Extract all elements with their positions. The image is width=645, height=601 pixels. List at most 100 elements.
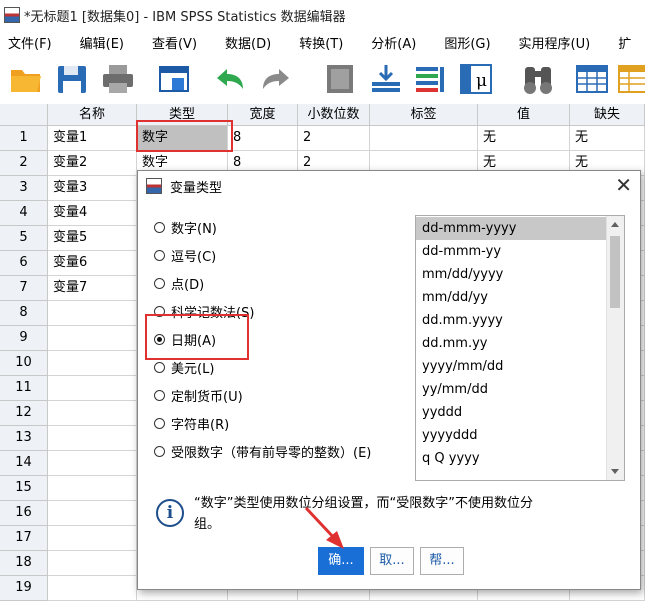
row-number[interactable]: 7: [0, 276, 48, 301]
col-header-missing[interactable]: 缺失: [570, 104, 645, 126]
goto-case-icon[interactable]: [322, 62, 358, 96]
goto-variable-icon[interactable]: [368, 62, 404, 96]
cell-name[interactable]: [48, 551, 137, 576]
undo-icon[interactable]: [212, 62, 248, 96]
date-format-item[interactable]: dd-mmm-yy: [416, 240, 606, 263]
scroll-up-icon[interactable]: [611, 222, 619, 227]
scroll-down-icon[interactable]: [611, 469, 619, 474]
cell-name[interactable]: [48, 326, 137, 351]
radio-comma[interactable]: 逗号(C): [154, 244, 216, 266]
date-format-item[interactable]: yyyy/mm/dd: [416, 355, 606, 378]
radio-custom-currency[interactable]: 定制货币(U): [154, 384, 243, 406]
close-icon[interactable]: ✕: [615, 173, 632, 197]
row-number[interactable]: 9: [0, 326, 48, 351]
insert-variable-icon[interactable]: [616, 62, 645, 96]
date-format-item[interactable]: dd-mmm-yyyy: [416, 217, 606, 240]
insert-cases-icon[interactable]: [574, 62, 610, 96]
radio-circle[interactable]: [154, 445, 165, 457]
open-folder-icon[interactable]: [8, 62, 44, 96]
radio-circle[interactable]: [154, 277, 165, 289]
cancel-button[interactable]: 取...: [370, 547, 414, 575]
save-icon[interactable]: [54, 62, 90, 96]
dialog-recall-icon[interactable]: [156, 62, 192, 96]
row-number[interactable]: 19: [0, 576, 48, 601]
cell-name[interactable]: [48, 351, 137, 376]
row-number[interactable]: 15: [0, 476, 48, 501]
scroll-thumb[interactable]: [610, 236, 620, 308]
col-header-name[interactable]: 名称: [48, 104, 137, 126]
radio-circle[interactable]: [154, 389, 165, 401]
menu-analyze[interactable]: 分析(A): [363, 33, 416, 52]
menu-transform[interactable]: 转换(T): [291, 33, 343, 52]
date-format-item[interactable]: yyyyddd: [416, 424, 606, 447]
cell-label[interactable]: [370, 126, 478, 151]
variables-icon[interactable]: [412, 62, 448, 96]
cell-name[interactable]: 变量5: [48, 226, 137, 251]
print-icon[interactable]: [100, 62, 136, 96]
col-header-decimals[interactable]: 小数位数: [298, 104, 370, 126]
cell-name[interactable]: 变量3: [48, 176, 137, 201]
date-format-item[interactable]: dd.mm.yyyy: [416, 309, 606, 332]
ok-button[interactable]: 确...: [318, 547, 364, 575]
menu-graphs[interactable]: 图形(G): [436, 33, 490, 52]
date-format-item[interactable]: dd.mm.yy: [416, 332, 606, 355]
col-header-values[interactable]: 值: [478, 104, 570, 126]
menu-extensions[interactable]: 扩: [610, 33, 631, 52]
redo-icon[interactable]: [258, 62, 294, 96]
cell-name[interactable]: 变量7: [48, 276, 137, 301]
menu-file[interactable]: 文件(F): [0, 33, 52, 52]
menu-view[interactable]: 查看(V): [144, 33, 197, 52]
value-labels-icon[interactable]: μ: [458, 62, 494, 96]
cell-name[interactable]: 变量4: [48, 201, 137, 226]
row-number[interactable]: 16: [0, 501, 48, 526]
help-button[interactable]: 帮...: [420, 547, 464, 575]
date-format-item[interactable]: q Q yyyy: [416, 447, 606, 470]
radio-dot[interactable]: 点(D): [154, 272, 204, 294]
col-header-label[interactable]: 标签: [370, 104, 478, 126]
cell-name[interactable]: [48, 401, 137, 426]
radio-numeric[interactable]: 数字(N): [154, 216, 217, 238]
row-number[interactable]: 3: [0, 176, 48, 201]
date-format-item[interactable]: yyddd: [416, 401, 606, 424]
col-header-width[interactable]: 宽度: [228, 104, 298, 126]
radio-circle[interactable]: [154, 361, 165, 373]
find-icon[interactable]: [520, 62, 556, 96]
cell-name[interactable]: [48, 376, 137, 401]
cell-name[interactable]: [48, 501, 137, 526]
menu-data[interactable]: 数据(D): [217, 33, 271, 52]
menu-utilities[interactable]: 实用程序(U): [511, 33, 591, 52]
row-number[interactable]: 4: [0, 201, 48, 226]
row-number[interactable]: 11: [0, 376, 48, 401]
row-number[interactable]: 17: [0, 526, 48, 551]
date-format-item[interactable]: yy/mm/dd: [416, 378, 606, 401]
row-number[interactable]: 18: [0, 551, 48, 576]
cell-name[interactable]: 变量2: [48, 151, 137, 176]
cell-width[interactable]: 8: [228, 126, 298, 151]
row-number[interactable]: 10: [0, 351, 48, 376]
cell-name[interactable]: 变量1: [48, 126, 137, 151]
row-number[interactable]: 14: [0, 451, 48, 476]
row-number[interactable]: 5: [0, 226, 48, 251]
cell-name[interactable]: [48, 576, 137, 601]
cell-missing[interactable]: 无: [570, 126, 645, 151]
cell-name[interactable]: [48, 451, 137, 476]
radio-restricted-numeric[interactable]: 受限数字（带有前导零的整数）(E): [154, 440, 371, 462]
radio-circle[interactable]: [154, 221, 165, 233]
date-format-list[interactable]: dd-mmm-yyyy dd-mmm-yy mm/dd/yyyy mm/dd/yy dd…: [415, 215, 625, 481]
row-number[interactable]: 1: [0, 126, 48, 151]
format-list-scrollbar[interactable]: [606, 216, 624, 480]
radio-circle[interactable]: [154, 249, 165, 261]
row-number[interactable]: 12: [0, 401, 48, 426]
radio-string[interactable]: 字符串(R): [154, 412, 229, 434]
date-format-item[interactable]: mm/dd/yy: [416, 286, 606, 309]
cell-decimals[interactable]: 2: [298, 126, 370, 151]
cell-name[interactable]: 变量6: [48, 251, 137, 276]
cell-name[interactable]: [48, 426, 137, 451]
date-format-item[interactable]: mm/dd/yyyy: [416, 263, 606, 286]
cell-values[interactable]: 无: [478, 126, 570, 151]
menu-edit[interactable]: 编辑(E): [72, 33, 124, 52]
row-number[interactable]: 13: [0, 426, 48, 451]
row-number[interactable]: 6: [0, 251, 48, 276]
cell-name[interactable]: [48, 301, 137, 326]
row-number[interactable]: 2: [0, 151, 48, 176]
